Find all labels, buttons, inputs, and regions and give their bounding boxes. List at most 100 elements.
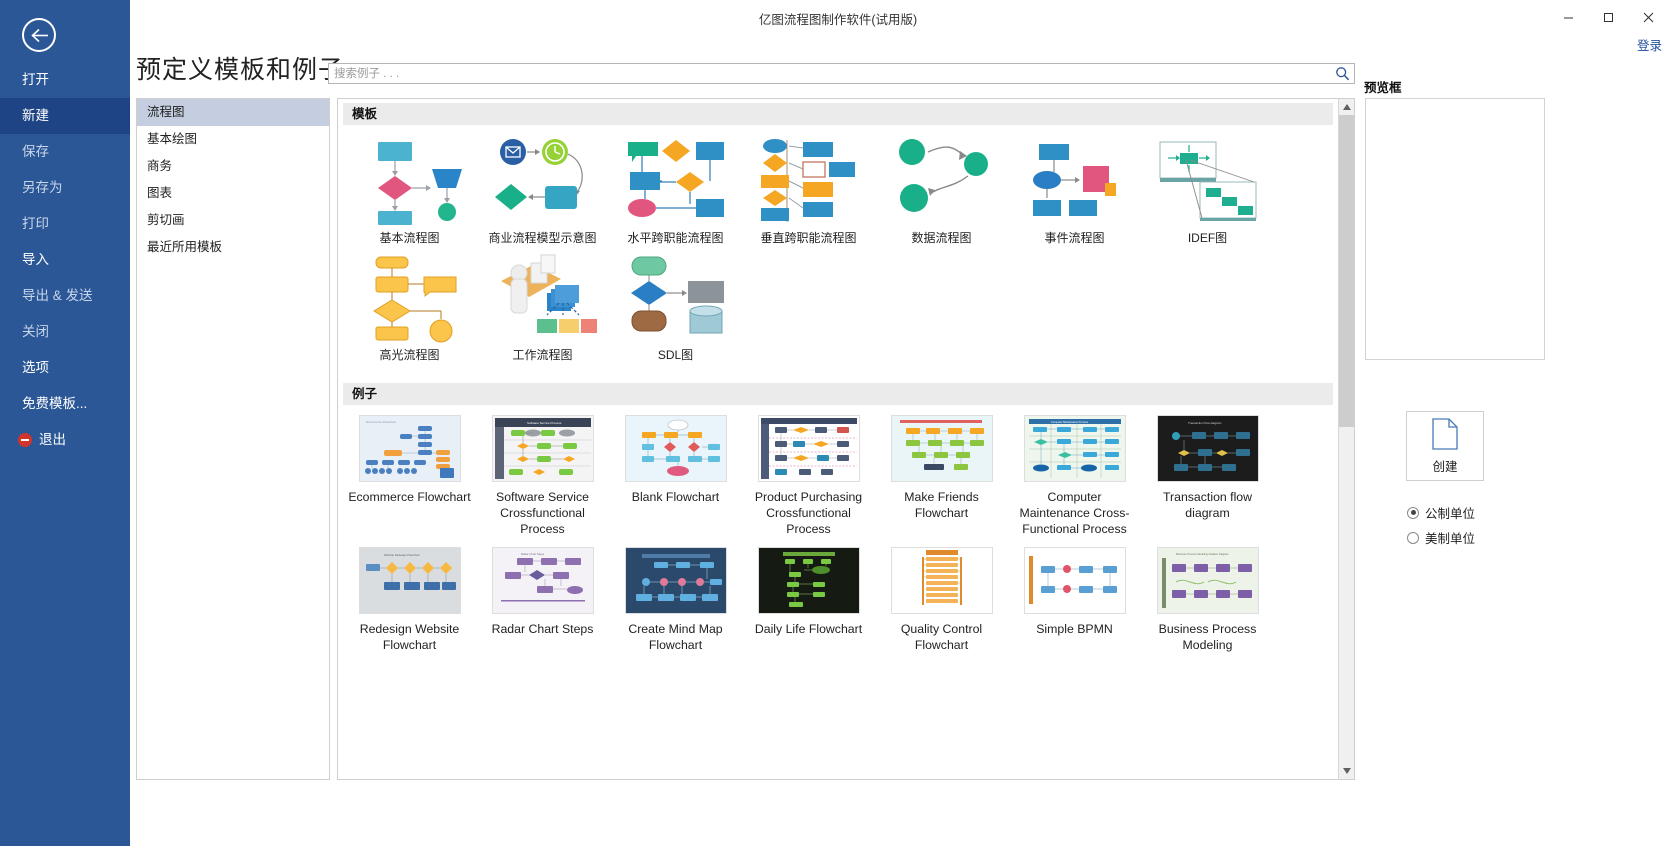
category-item-recent-templates[interactable]: 最近所用模板: [137, 234, 329, 261]
sidebar-item-label: 退出: [39, 432, 66, 447]
unit-option-label: 美制单位: [1425, 532, 1476, 546]
category-item-basic-drawing[interactable]: 基本绘图: [137, 126, 329, 153]
make-friends-thumb: [890, 415, 993, 482]
dataflow-thumb: [887, 135, 997, 227]
template-label: 垂直跨职能流程图: [760, 231, 857, 245]
template-card[interactable]: 商业流程模型示意图: [476, 135, 609, 246]
example-card[interactable]: Business Process Modeling Notation Diagr…: [1141, 547, 1274, 653]
radar-chart-steps-thumb: Radar Chart Steps: [491, 547, 594, 614]
templates-grid: 基本流程图 商业流程模型示意图 水平跨职能流程图 垂直跨职能流程图 数据流程图 …: [343, 135, 1333, 369]
svg-text:Business Process Modeling Nota: Business Process Modeling Notation Diagr…: [1176, 552, 1229, 556]
create-button[interactable]: 创建: [1406, 411, 1484, 481]
example-card[interactable]: Transaction flow diagram Transaction flo…: [1141, 415, 1274, 537]
svg-text:Computer Maintenance Process: Computer Maintenance Process: [1051, 420, 1089, 424]
back-arrow-icon[interactable]: [22, 18, 56, 52]
sidebar-item-close[interactable]: 关闭: [0, 314, 130, 350]
window-controls: [1548, 0, 1668, 34]
gallery-content: 模板 基本流程图 商业流程模型示意图 水平跨职能流程图 垂直跨职能流程图 数据流…: [338, 99, 1338, 779]
sdl-thumb: [621, 252, 731, 344]
template-card[interactable]: 数据流程图: [875, 135, 1008, 246]
software-service-thumb: Software Service Process: [491, 415, 594, 482]
template-card[interactable]: SDL图: [609, 252, 742, 363]
category-item-business[interactable]: 商务: [137, 153, 329, 180]
horizontal-crossfunctional-thumb: [621, 135, 731, 227]
example-card[interactable]: Quality Control Flowchart: [875, 547, 1008, 653]
unit-option-label: 公制单位: [1425, 507, 1476, 521]
template-card[interactable]: 工作流程图: [476, 252, 609, 363]
templates-section-heading: 模板: [343, 103, 1333, 125]
template-card[interactable]: 水平跨职能流程图: [609, 135, 742, 246]
application-window: 亿图流程图制作软件(试用版) 打开 新建 保存 另存为 打印 导入 导出 & 发…: [0, 0, 1676, 846]
sidebar-item-save-as[interactable]: 另存为: [0, 170, 130, 206]
category-item-charts[interactable]: 图表: [137, 180, 329, 207]
sidebar-item-options[interactable]: 选项: [0, 350, 130, 386]
business-process-modeling-thumb: Business Process Modeling Notation Diagr…: [1156, 547, 1259, 614]
window-title: 亿图流程图制作软件(试用版): [758, 13, 918, 27]
scroll-up-icon[interactable]: [1339, 99, 1354, 115]
close-icon[interactable]: [1628, 2, 1668, 32]
example-card[interactable]: Website Redesign Flowchart Redesign Webs…: [343, 547, 476, 653]
new-document-icon: [1432, 417, 1458, 453]
preview-label: 预览框: [1364, 81, 1402, 95]
sidebar-item-save[interactable]: 保存: [0, 134, 130, 170]
svg-text:Radar Chart Steps: Radar Chart Steps: [521, 552, 545, 556]
scroll-down-icon[interactable]: [1339, 763, 1354, 779]
example-label: Redesign Website Flowchart: [359, 622, 460, 652]
example-card[interactable]: Make Friends Flowchart: [875, 415, 1008, 537]
scrollbar-thumb[interactable]: [1339, 115, 1354, 427]
examples-section-heading: 例子: [343, 383, 1333, 405]
title-bar: 亿图流程图制作软件(试用版): [0, 0, 1676, 34]
bpmn-thumb: [488, 135, 598, 227]
sidebar-item-open[interactable]: 打开: [0, 62, 130, 98]
template-label: 数据流程图: [911, 231, 972, 245]
templates-section-body: 基本流程图 商业流程模型示意图 水平跨职能流程图 垂直跨职能流程图 数据流程图 …: [338, 125, 1338, 373]
examples-grid: Ecommerce Flowchart Ecommerce Flowchart …: [343, 415, 1333, 663]
example-card[interactable]: Software Service Process Software Servic…: [476, 415, 609, 537]
sidebar-item-new[interactable]: 新建: [0, 98, 130, 134]
maximize-icon[interactable]: [1588, 2, 1628, 32]
template-card[interactable]: 基本流程图: [343, 135, 476, 246]
example-card[interactable]: Daily Life Flowchart: [742, 547, 875, 653]
minimize-icon[interactable]: [1548, 2, 1588, 32]
unit-option-imperial[interactable]: 美制单位: [1407, 528, 1475, 547]
sidebar-item-print[interactable]: 打印: [0, 206, 130, 242]
create-label: 创建: [1432, 459, 1458, 474]
search-box[interactable]: [328, 63, 1355, 84]
radio-icon[interactable]: [1407, 506, 1419, 519]
example-card[interactable]: Create Mind Map Flowchart: [609, 547, 742, 653]
example-card[interactable]: Radar Chart Steps Radar Chart Steps: [476, 547, 609, 653]
sidebar-item-export-send[interactable]: 导出 & 发送: [0, 278, 130, 314]
template-card[interactable]: 高光流程图: [343, 252, 476, 363]
unit-option-metric[interactable]: 公制单位: [1407, 503, 1475, 522]
example-label: Simple BPMN: [1036, 622, 1113, 636]
example-label: Product Purchasing Crossfunctional Proce…: [754, 490, 863, 536]
sidebar-item-free-templates[interactable]: 免费模板...: [0, 386, 130, 422]
sidebar-item-exit[interactable]: 退出: [0, 422, 130, 458]
gallery-scrollbar[interactable]: [1338, 99, 1354, 779]
example-label: Create Mind Map Flowchart: [628, 622, 723, 652]
search-input[interactable]: [334, 64, 1324, 83]
workflow-thumb: [488, 252, 598, 344]
example-label: Make Friends Flowchart: [904, 490, 979, 520]
idef-thumb: [1153, 135, 1263, 227]
template-label: 事件流程图: [1044, 231, 1105, 245]
category-item-flowchart[interactable]: 流程图: [137, 99, 329, 126]
product-purchasing-thumb: [757, 415, 860, 482]
login-link[interactable]: 登录: [1637, 35, 1662, 54]
example-card[interactable]: Simple BPMN: [1008, 547, 1141, 653]
sidebar-item-import[interactable]: 导入: [0, 242, 130, 278]
category-item-clipart[interactable]: 剪切画: [137, 207, 329, 234]
template-card[interactable]: IDEF图: [1141, 135, 1274, 246]
example-card[interactable]: Ecommerce Flowchart Ecommerce Flowchart: [343, 415, 476, 537]
template-card[interactable]: 事件流程图: [1008, 135, 1141, 246]
example-card[interactable]: Computer Maintenance Process Computer Ma…: [1008, 415, 1141, 537]
basic-flowchart-thumb: [355, 135, 465, 227]
example-label: Quality Control Flowchart: [900, 622, 983, 652]
search-icon[interactable]: [1335, 66, 1350, 81]
example-card[interactable]: Product Purchasing Crossfunctional Proce…: [742, 415, 875, 537]
vertical-crossfunctional-thumb: [754, 135, 864, 227]
template-card[interactable]: 垂直跨职能流程图: [742, 135, 875, 246]
computer-maintenance-thumb: Computer Maintenance Process: [1023, 415, 1126, 482]
example-card[interactable]: Blank Flowchart: [609, 415, 742, 537]
radio-icon[interactable]: [1407, 531, 1419, 544]
